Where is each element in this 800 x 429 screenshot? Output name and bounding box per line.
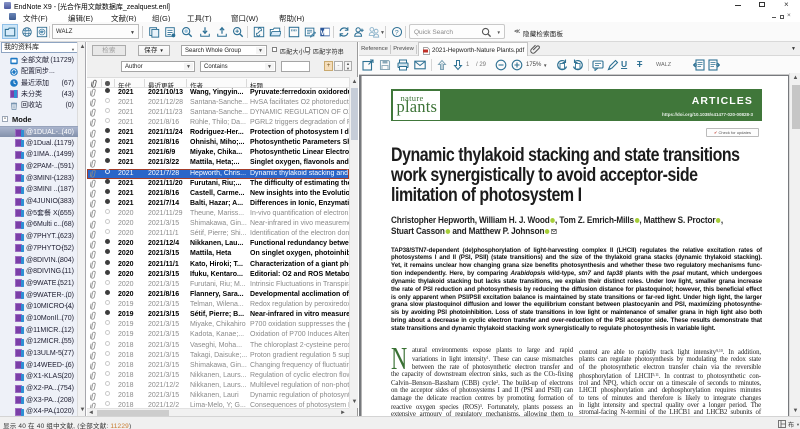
svg-text:?: ?	[395, 30, 399, 37]
svg-text:W: W	[321, 30, 328, 37]
svg-text:”: ”	[294, 29, 297, 36]
